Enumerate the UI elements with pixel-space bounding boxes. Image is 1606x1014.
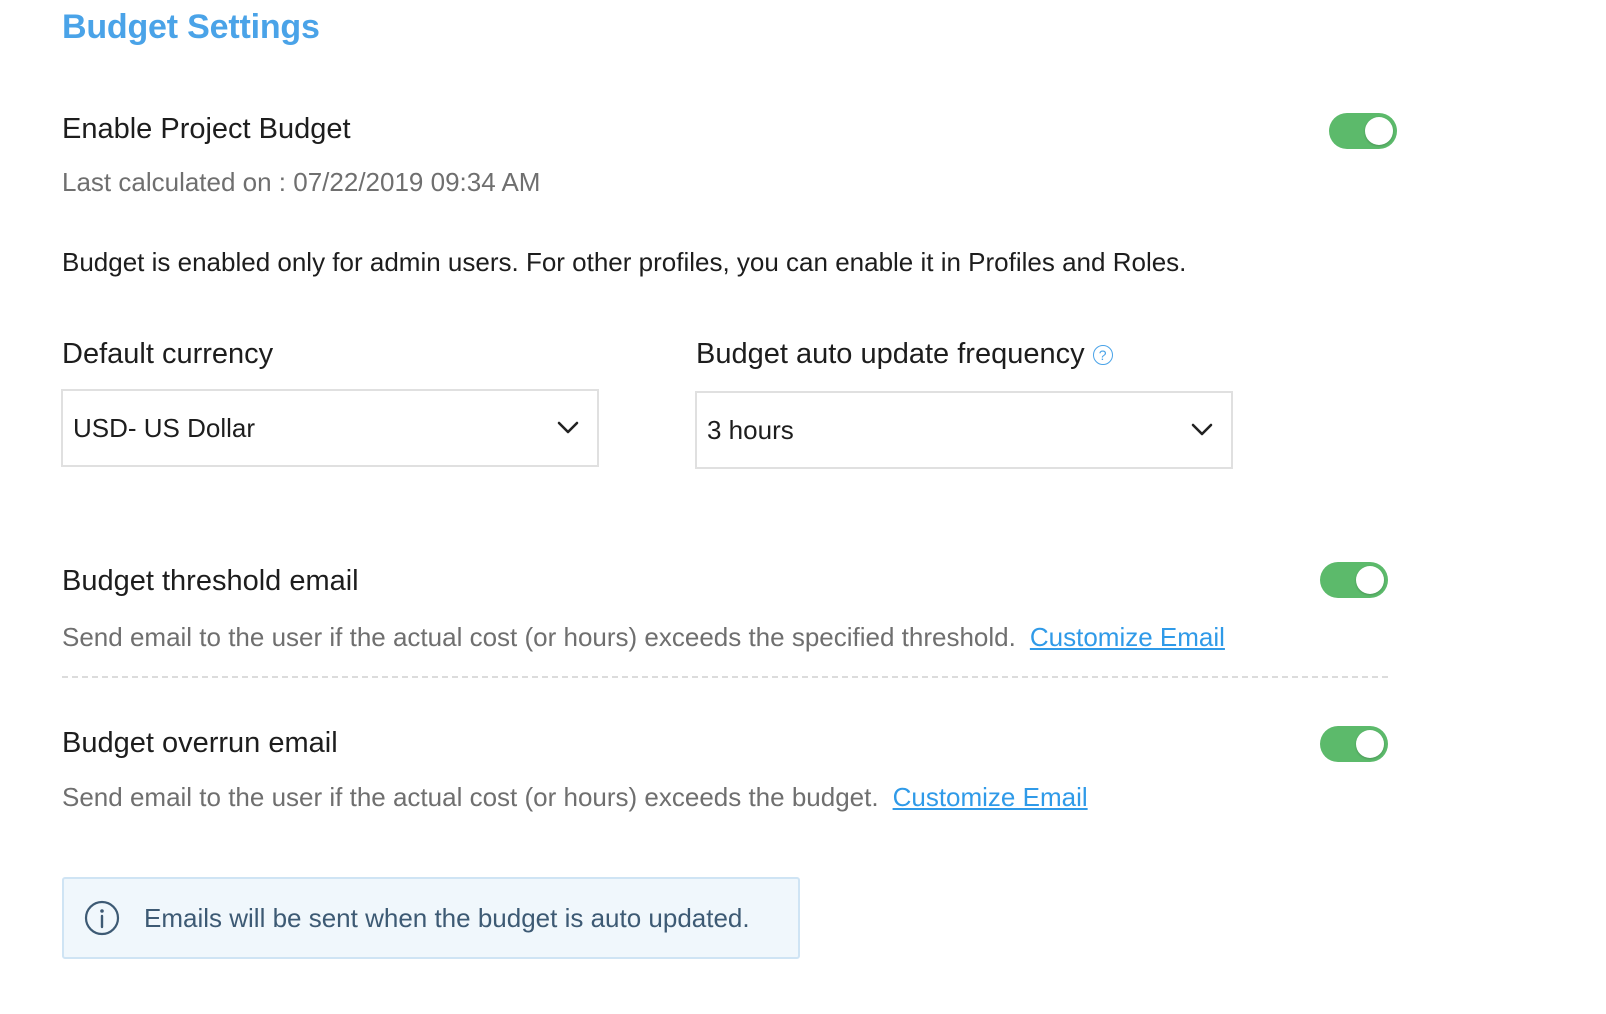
default-currency-label: Default currency (62, 338, 273, 371)
auto-update-frequency-value: 3 hours (707, 414, 794, 445)
chevron-down-icon (557, 421, 579, 434)
budget-admin-note: Budget is enabled only for admin users. … (62, 247, 1187, 277)
overrun-email-description: Send email to the user if the actual cos… (62, 782, 1088, 813)
section-divider (62, 676, 1388, 678)
budget-settings-page: Budget Settings Enable Project Budget La… (0, 0, 1606, 1014)
info-banner: Emails will be sent when the budget is a… (62, 877, 800, 959)
auto-update-frequency-select[interactable]: 3 hours (695, 391, 1233, 469)
page-title: Budget Settings (62, 8, 320, 46)
auto-update-frequency-label: Budget auto update frequency ? (696, 338, 1113, 371)
overrun-email-label: Budget overrun email (62, 727, 338, 759)
threshold-customize-email-link[interactable]: Customize Email (1030, 622, 1225, 652)
toggle-knob (1356, 566, 1384, 594)
info-circle-icon (84, 900, 120, 936)
toggle-knob (1365, 117, 1393, 145)
enable-project-budget-label: Enable Project Budget (62, 113, 351, 145)
toggle-knob (1356, 730, 1384, 758)
question-circle-icon[interactable]: ? (1092, 344, 1113, 365)
last-calculated-text: Last calculated on : 07/22/2019 09:34 AM (62, 167, 541, 197)
info-banner-text: Emails will be sent when the budget is a… (144, 902, 750, 933)
overrun-customize-email-link[interactable]: Customize Email (893, 782, 1088, 812)
threshold-email-toggle[interactable] (1320, 562, 1388, 598)
enable-project-budget-toggle[interactable] (1329, 113, 1397, 149)
auto-update-frequency-label-text: Budget auto update frequency (696, 338, 1085, 370)
threshold-email-description-text: Send email to the user if the actual cos… (62, 622, 1016, 652)
threshold-email-label: Budget threshold email (62, 565, 359, 597)
default-currency-value: USD- US Dollar (73, 412, 256, 443)
overrun-email-toggle[interactable] (1320, 726, 1388, 762)
default-currency-label-text: Default currency (62, 338, 274, 370)
chevron-down-icon (1191, 423, 1213, 436)
threshold-email-description: Send email to the user if the actual cos… (62, 622, 1225, 653)
default-currency-select[interactable]: USD- US Dollar (61, 389, 599, 467)
overrun-email-description-text: Send email to the user if the actual cos… (62, 782, 879, 812)
